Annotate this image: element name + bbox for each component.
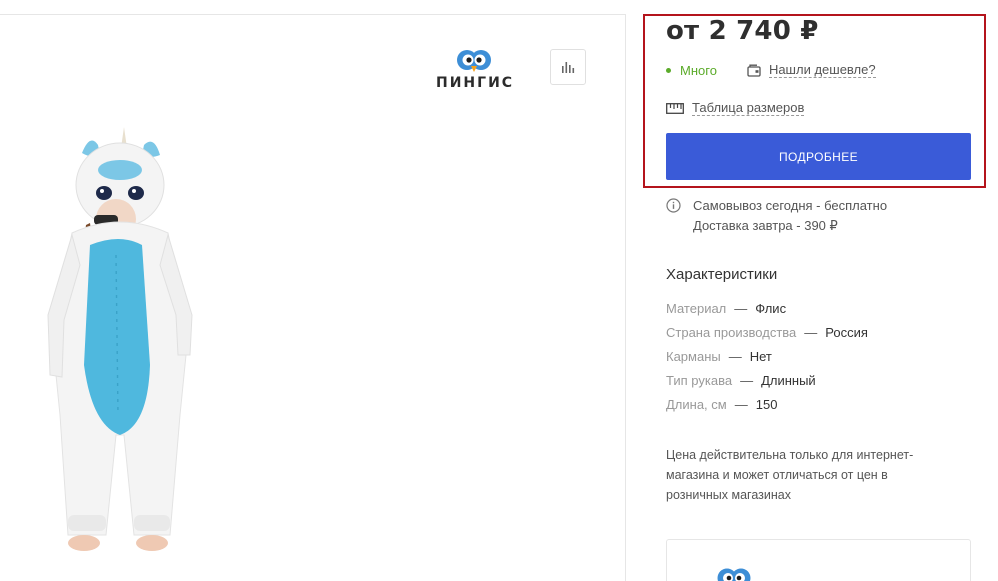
spec-dash: — <box>740 373 754 388</box>
info-icon[interactable] <box>666 198 681 236</box>
disclaimer-line: Цена действительна только для интернет- <box>666 448 914 462</box>
found-cheaper-link[interactable]: Нашли дешевле? <box>747 62 876 78</box>
product-photo[interactable] <box>20 115 220 575</box>
spec-row: Материал — Флис <box>666 300 868 324</box>
bar-chart-icon <box>562 62 575 73</box>
details-button[interactable]: ПОДРОБНЕЕ <box>666 133 971 180</box>
store-card[interactable] <box>666 539 971 581</box>
delivery-info: Самовывоз сегодня - бесплатно Доставка з… <box>666 196 887 236</box>
characteristics-title: Характеристики <box>666 266 778 283</box>
product-gallery: ПИНГИС <box>0 14 626 581</box>
disclaimer-line: розничных магазинах <box>666 488 791 502</box>
found-cheaper-label: Нашли дешевле? <box>768 62 876 78</box>
spec-name: Материал <box>666 301 727 316</box>
availability-row: Много Нашли дешевле? <box>666 62 876 78</box>
spec-row: Длина, см — 150 <box>666 396 868 420</box>
owl-logo-icon <box>457 50 491 72</box>
stock-status: Много <box>666 63 717 78</box>
delivery-text: Доставка завтра - 390 ₽ <box>693 218 838 233</box>
product-page: ПИНГИС от 2 740 ₽ Много Нашли дешевле? Т… <box>0 0 998 581</box>
spec-dash: — <box>734 397 748 412</box>
spec-dash: — <box>728 349 742 364</box>
spec-dash: — <box>804 325 818 340</box>
ruler-icon <box>666 102 684 114</box>
compare-button[interactable] <box>550 49 586 85</box>
stock-dot-icon <box>666 67 671 73</box>
disclaimer-line: магазина и может отличаться от цен в <box>666 468 888 482</box>
size-table-link[interactable]: Таблица размеров <box>666 100 805 116</box>
wallet-icon <box>747 64 761 77</box>
spec-row: Тип рукава — Длинный <box>666 372 868 396</box>
owl-logo-icon <box>717 568 751 581</box>
spec-value: Россия <box>825 325 868 340</box>
spec-row: Карманы — Нет <box>666 348 868 372</box>
brand-name: ПИНГИС <box>436 75 515 91</box>
spec-name: Тип рукава <box>666 373 733 388</box>
characteristics-list: Материал — Флис Страна производства — Россия… <box>666 300 868 420</box>
size-table-label: Таблица размеров <box>692 100 805 116</box>
spec-value: Нет <box>749 349 772 364</box>
pickup-text: Самовывоз сегодня - бесплатно <box>693 198 888 213</box>
spec-name: Карманы <box>666 349 721 364</box>
spec-row: Страна производства — Россия <box>666 324 868 348</box>
spec-name: Страна производства <box>666 325 797 340</box>
stock-label: Много <box>680 62 717 78</box>
spec-name: Длина, см <box>666 397 727 412</box>
spec-value: Флис <box>755 301 787 316</box>
spec-value: Длинный <box>761 373 816 388</box>
brand-logo[interactable]: ПИНГИС <box>436 49 512 91</box>
spec-dash: — <box>734 301 748 316</box>
spec-value: 150 <box>755 397 778 412</box>
price: от 2 740 ₽ <box>666 16 819 46</box>
price-disclaimer: Цена действительна только для интернет- … <box>666 445 956 505</box>
